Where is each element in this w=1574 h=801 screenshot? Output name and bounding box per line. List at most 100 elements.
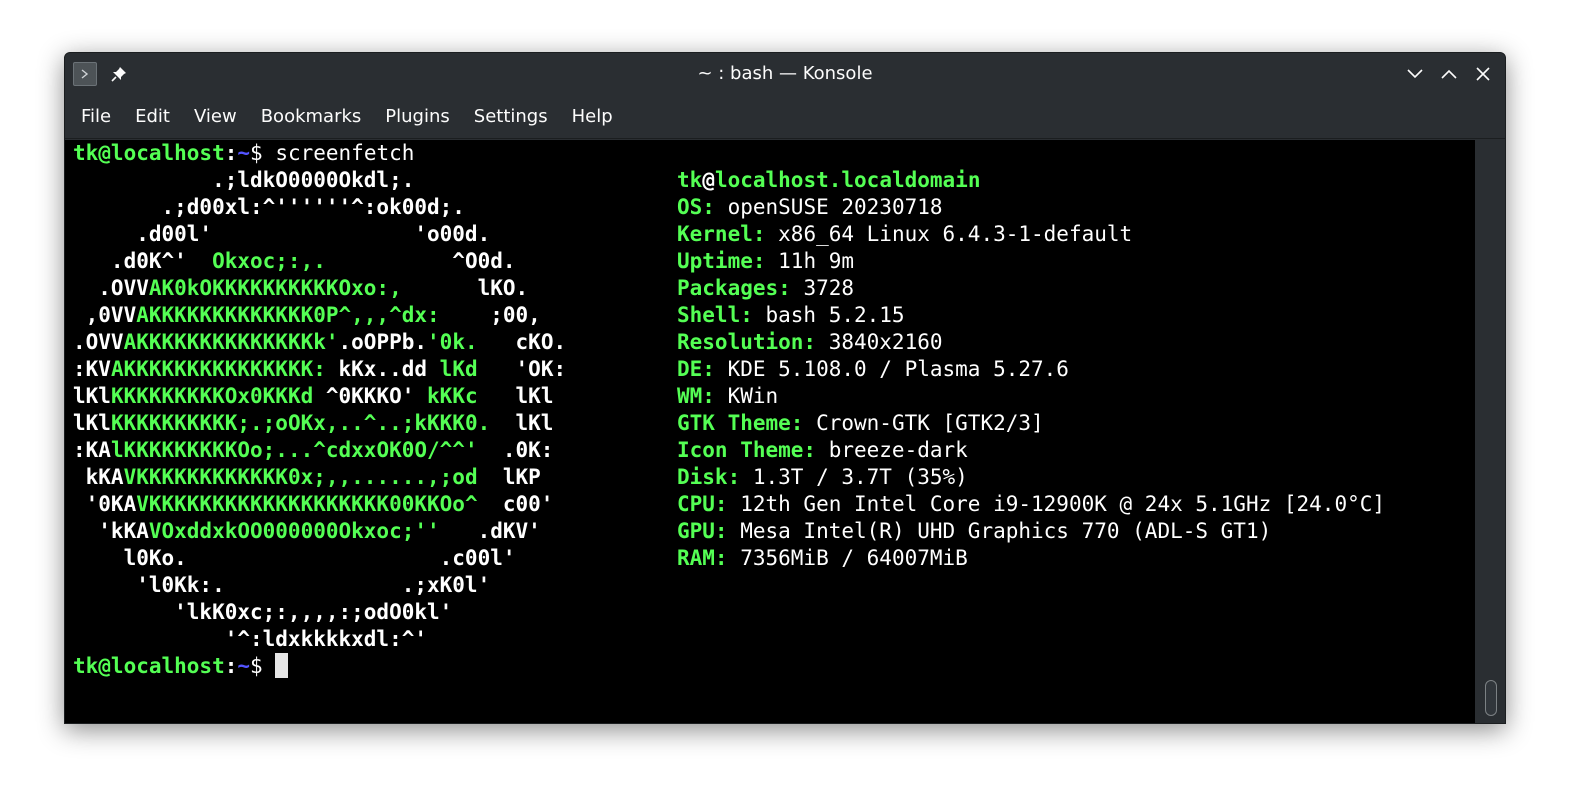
logo-segment: '0k. — [427, 330, 478, 354]
info-value: breeze-dark — [816, 438, 968, 462]
logo-segment: cKO. — [477, 330, 567, 354]
chevron-up-icon[interactable] — [1437, 62, 1461, 86]
menubar: File Edit View Bookmarks Plugins Setting… — [65, 95, 1505, 139]
info-key: Uptime: — [677, 249, 766, 273]
logo-segment: lKl — [477, 384, 554, 408]
info-value: 7356MiB / 64007MiB — [727, 546, 968, 570]
logo-segment: kKA — [73, 465, 124, 489]
info-value: 1.3T / 3.7T (35%) — [740, 465, 968, 489]
logo-segment: VKKKKKKKKKKKKKKKKKKK00KKOo^ — [136, 492, 478, 516]
logo-segment: .OVV — [73, 330, 124, 354]
logo-segment: kKKc — [427, 384, 478, 408]
info-row: Uptime: 11h 9m — [677, 248, 854, 275]
info-row: WM: KWin — [677, 383, 778, 410]
konsole-window: ~ : bash — Konsole File Edit View Bookma… — [64, 52, 1506, 724]
logo-line: '^:ldxkkkkxdl:^' — [73, 626, 427, 653]
logo-segment: .;d00xl:^''''''^:ok00d;. — [73, 195, 465, 219]
info-row: GPU: Mesa Intel(R) UHD Graphics 770 (ADL… — [677, 518, 1271, 545]
prompt-line-current: tk@localhost:~$ — [73, 653, 289, 680]
logo-segment: .;ldkO0000Okdl;. — [73, 168, 415, 192]
text-cursor — [275, 653, 289, 678]
prompt-sep: : — [224, 654, 238, 678]
info-key: Resolution: — [677, 330, 817, 354]
scrollbar-thumb[interactable] — [1485, 680, 1497, 716]
logo-segment: ,0VV — [73, 303, 137, 327]
logo-line: .OVVAK0kOKKKKKKKKKKOxo:, lKO. — [73, 275, 528, 302]
logo-segment: :KV — [73, 357, 111, 381]
info-key: RAM: — [677, 546, 728, 570]
prompt-user-host: tk@localhost — [73, 654, 225, 678]
menu-bookmarks[interactable]: Bookmarks — [249, 95, 374, 139]
logo-segment: ^0KKKO' — [313, 384, 428, 408]
menu-settings[interactable]: Settings — [462, 95, 560, 139]
logo-segment: '0KA — [73, 492, 137, 516]
logo-line: 'kKAVOxddxkOO000000Okxoc;'' .dKV' — [73, 518, 541, 545]
info-row: OS: openSUSE 20230718 — [677, 194, 943, 221]
prompt-path: ~ — [237, 141, 251, 165]
logo-segment: Okxoc;:,. — [212, 249, 326, 273]
scrollbar[interactable] — [1475, 140, 1505, 723]
logo-segment: .d0K^' — [73, 249, 213, 273]
info-value: bash 5.2.15 — [752, 303, 905, 327]
logo-segment: ;00, — [439, 303, 541, 327]
info-key: Shell: — [677, 303, 753, 327]
logo-segment: lKl — [73, 411, 111, 435]
menu-edit[interactable]: Edit — [123, 95, 182, 139]
logo-line: :KAlKKKKKKKKKOo;...^cdxxOK0O/^^' .0K: — [73, 437, 553, 464]
info-row: RAM: 7356MiB / 64007MiB — [677, 545, 968, 572]
logo-segment: lKl — [490, 411, 554, 435]
logo-line: kKAVKKKKKKKKKKKK0x;,,......,;od lKP — [73, 464, 541, 491]
prompt-sep: : — [224, 141, 238, 165]
terminal-output[interactable]: tk@localhost:~$ screenfetch .;ldkO0000Ok… — [65, 140, 1475, 723]
logo-segment: 'lkK0xc;:,,,,:;odO0kl' — [73, 600, 453, 624]
menu-help[interactable]: Help — [560, 95, 625, 139]
info-key: DE: — [677, 357, 715, 381]
logo-line: :KVAKKKKKKKKKKKKKKK: kKx..dd lKd 'OK: — [73, 356, 566, 383]
info-user: tk — [677, 168, 703, 192]
logo-line: lKlKKKKKKKKKK;.;oOKx,..^..;kKKK0. lKl — [73, 410, 553, 437]
logo-line: .;d00xl:^''''''^:ok00d;. — [73, 194, 465, 221]
logo-line: .d00l' 'o00d. — [73, 221, 490, 248]
pin-icon[interactable] — [107, 62, 131, 86]
close-icon[interactable] — [1471, 62, 1495, 86]
logo-segment: KKKKKKKKKOx0KKKd — [110, 384, 314, 408]
prompt-command: screenfetch — [275, 141, 415, 165]
info-key: GTK Theme: — [677, 411, 804, 435]
info-value: 11h 9m — [765, 249, 855, 273]
logo-line: l0Ko. .c00l' — [73, 545, 516, 572]
logo-segment: 'l0Kk:. .;xK0l' — [73, 573, 491, 597]
logo-segment: .0K: — [477, 438, 554, 462]
logo-segment: VKKKKKKKKKKKK0x;,,......,;od — [123, 465, 478, 489]
info-key: WM: — [677, 384, 715, 408]
logo-line: .d0K^' Okxoc;:,. ^O0d. — [73, 248, 516, 275]
logo-line: .OVVAKKKKKKKKKKKKKKk'.oOPPb.'0k. cKO. — [73, 329, 566, 356]
prompt-line: tk@localhost:~$ screenfetch — [73, 140, 414, 167]
menu-file[interactable]: File — [69, 95, 123, 139]
logo-segment: VOxddxkOO000000Okxoc;'' — [148, 519, 440, 543]
info-value: 3728 — [790, 276, 855, 300]
info-key: OS: — [677, 195, 715, 219]
info-row: DE: KDE 5.108.0 / Plasma 5.27.6 — [677, 356, 1069, 383]
logo-line: 'lkK0xc;:,,,,:;odO0kl' — [73, 599, 452, 626]
chevron-down-icon[interactable] — [1403, 62, 1427, 86]
info-at: @ — [702, 168, 715, 192]
logo-segment: lKO. — [401, 276, 529, 300]
titlebar[interactable]: ~ : bash — Konsole — [65, 53, 1505, 95]
info-value: KWin — [714, 384, 779, 408]
menu-view[interactable]: View — [182, 95, 249, 139]
logo-segment: ^O0d. — [325, 249, 516, 273]
terminal-icon[interactable] — [73, 62, 97, 86]
prompt-symbol: $ — [250, 654, 276, 678]
menu-plugins[interactable]: Plugins — [373, 95, 461, 139]
info-key: CPU: — [677, 492, 728, 516]
logo-segment: c00' — [477, 492, 554, 516]
info-row: Icon Theme: breeze-dark — [677, 437, 968, 464]
info-value: openSUSE 20230718 — [714, 195, 943, 219]
logo-segment: '^:ldxkkkkxdl:^' — [73, 627, 428, 651]
info-row: GTK Theme: Crown-GTK [GTK2/3] — [677, 410, 1044, 437]
logo-segment: lKP — [477, 465, 541, 489]
info-row: Resolution: 3840x2160 — [677, 329, 943, 356]
info-row: CPU: 12th Gen Intel Core i9-12900K @ 24x… — [677, 491, 1385, 518]
info-key: Icon Theme: — [677, 438, 817, 462]
logo-segment: kKx..dd — [325, 357, 440, 381]
